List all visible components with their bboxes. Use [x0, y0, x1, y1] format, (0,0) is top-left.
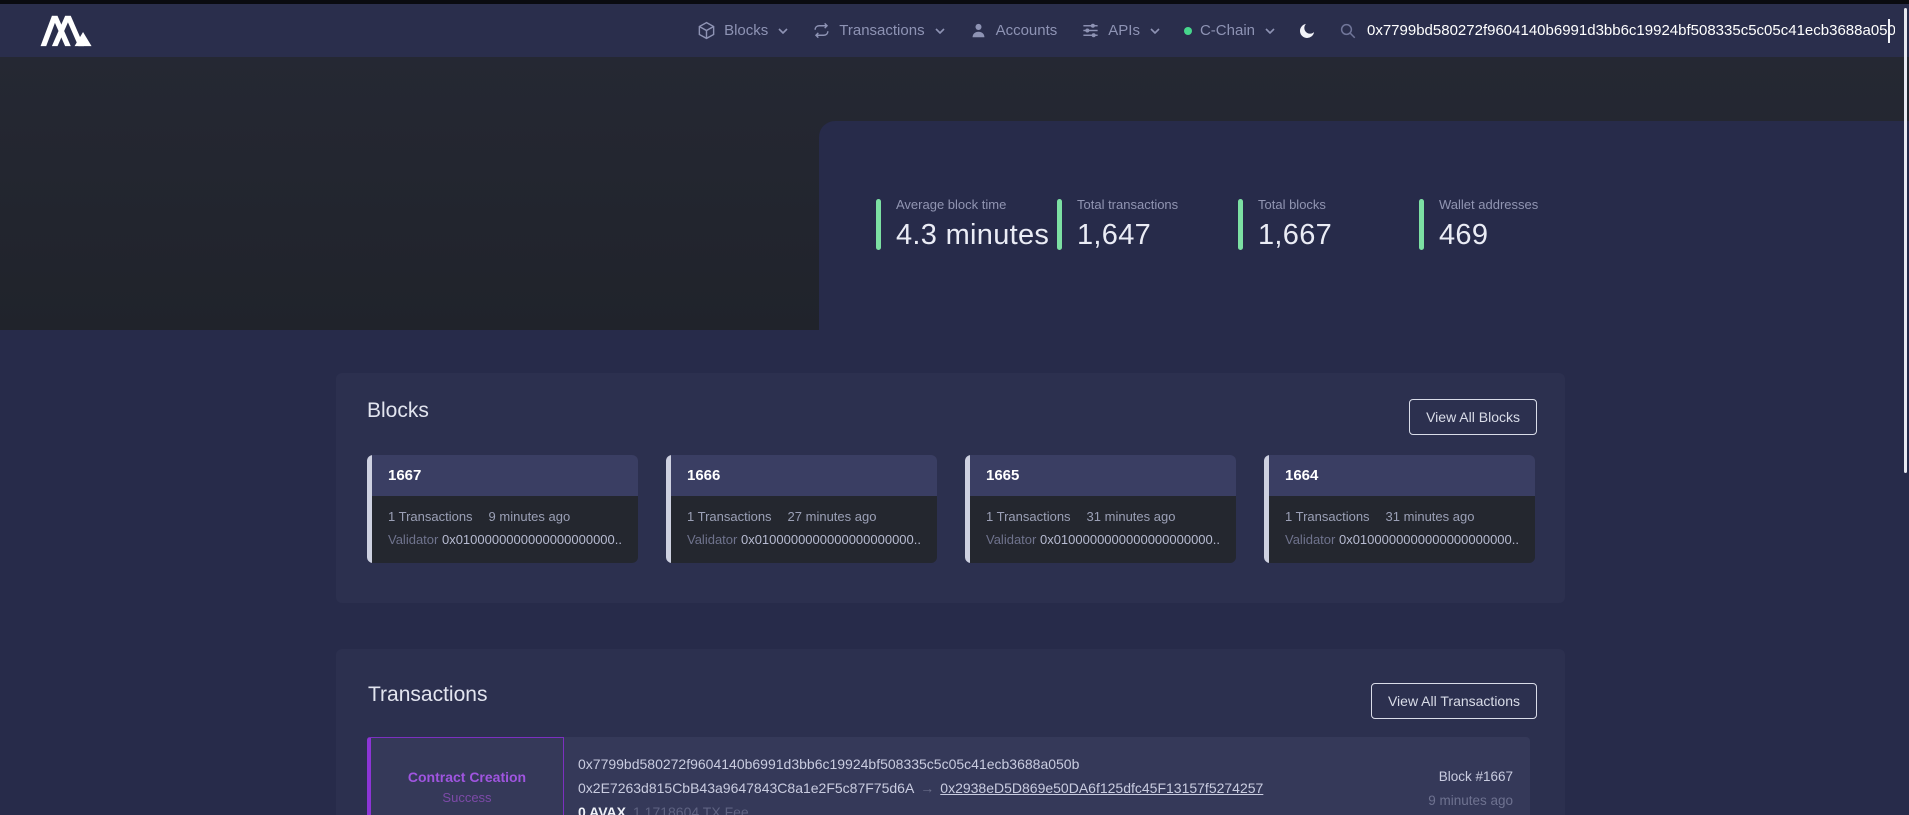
chain-status-dot — [1184, 27, 1192, 35]
block-card-1667[interactable]: 1667 1 Transactions 9 minutes ago Valida… — [367, 455, 638, 563]
cube-icon — [697, 21, 716, 40]
blocks-section: Blocks View All Blocks 1667 1 Transactio… — [336, 373, 1565, 603]
block-number: 1666 — [687, 467, 720, 484]
person-icon — [969, 21, 988, 40]
validator-address: 0x0100000000000000000000... — [1040, 532, 1220, 547]
transaction-from-address[interactable]: 0x2E7263d815CbB43a9647843C8a1e2F5c87F75d… — [578, 780, 914, 796]
transaction-fee: 1.1718604 TX Fee — [626, 804, 749, 815]
block-card-1665[interactable]: 1665 1 Transactions 31 minutes ago Valid… — [965, 455, 1236, 563]
sliders-icon — [1081, 21, 1100, 40]
block-card-1666[interactable]: 1666 1 Transactions 27 minutes ago Valid… — [666, 455, 937, 563]
nav-bar: Blocks Transactions Accounts APIs — [0, 4, 1909, 57]
ava-logo[interactable] — [37, 14, 97, 48]
stat-accent-bar — [1238, 199, 1243, 250]
theme-toggle-button[interactable] — [1297, 21, 1317, 41]
blocks-section-title: Blocks — [367, 399, 429, 423]
stat-value: 469 — [1439, 219, 1538, 252]
block-tx-count: 1 Transactions — [986, 509, 1071, 524]
block-tx-count: 1 Transactions — [388, 509, 473, 524]
stat-value: 1,667 — [1258, 219, 1332, 252]
validator-address: 0x0100000000000000000000... — [442, 532, 622, 547]
nav-item-label: C-Chain — [1200, 22, 1255, 39]
stat-label: Total transactions — [1077, 197, 1178, 212]
block-number: 1664 — [1285, 467, 1318, 484]
stat-value: 1,647 — [1077, 219, 1178, 252]
transaction-age: 9 minutes ago — [1428, 793, 1513, 808]
stat-value: 4.3 minutes — [896, 219, 1049, 252]
chevron-down-icon — [935, 28, 945, 34]
transfer-arrows-icon — [812, 21, 831, 40]
stat-accent-bar — [1419, 199, 1424, 250]
block-age: 31 minutes ago — [1087, 509, 1176, 524]
search-icon — [1339, 22, 1357, 40]
validator-label: Validator — [1285, 532, 1335, 547]
view-all-blocks-button[interactable]: View All Blocks — [1409, 399, 1537, 435]
block-age: 27 minutes ago — [788, 509, 877, 524]
transactions-section: Transactions View All Transactions Contr… — [336, 649, 1565, 815]
transactions-section-title: Transactions — [368, 683, 487, 707]
transaction-type-cell: Contract Creation Success — [367, 737, 564, 815]
block-number: 1667 — [388, 467, 421, 484]
transaction-amount: 0 AVAX — [578, 804, 626, 815]
transaction-hash[interactable]: 0x7799bd580272f9604140b6991d3bb6c19924bf… — [578, 756, 1263, 772]
validator-address: 0x0100000000000000000000... — [741, 532, 921, 547]
nav-item-label: APIs — [1108, 22, 1140, 39]
block-age: 9 minutes ago — [489, 509, 571, 524]
stat-accent-bar — [876, 199, 881, 250]
nav-item-label: Accounts — [996, 22, 1058, 39]
stat-wallet-addresses: Wallet addresses 469 — [1419, 197, 1600, 330]
nav-item-transactions[interactable]: Transactions — [812, 21, 944, 40]
search-bar — [1339, 22, 1895, 40]
nav-menu: Blocks Transactions Accounts APIs — [697, 21, 1275, 40]
stat-label: Total blocks — [1258, 197, 1332, 212]
nav-item-label: Transactions — [839, 22, 924, 39]
search-input[interactable] — [1367, 22, 1895, 39]
stat-total-blocks: Total blocks 1,667 — [1238, 197, 1419, 330]
transaction-details: 0x7799bd580272f9604140b6991d3bb6c19924bf… — [578, 756, 1263, 815]
transaction-type: Contract Creation — [371, 769, 563, 785]
block-tx-count: 1 Transactions — [1285, 509, 1370, 524]
transaction-to-address[interactable]: 0x2938eD5D869e50DA6f125dfc45F13157f52742… — [940, 780, 1263, 796]
block-number: 1665 — [986, 467, 1019, 484]
transaction-block-link[interactable]: Block #1667 — [1428, 769, 1513, 784]
validator-label: Validator — [687, 532, 737, 547]
chevron-down-icon — [1150, 28, 1160, 34]
chevron-down-icon — [778, 28, 788, 34]
stat-average-block-time: Average block time 4.3 minutes — [876, 197, 1057, 330]
validator-label: Validator — [388, 532, 438, 547]
block-age: 31 minutes ago — [1386, 509, 1475, 524]
nav-item-apis[interactable]: APIs — [1081, 21, 1160, 40]
chevron-down-icon — [1265, 28, 1275, 34]
stat-total-transactions: Total transactions 1,647 — [1057, 197, 1238, 330]
validator-label: Validator — [986, 532, 1036, 547]
transaction-block-info: Block #1667 9 minutes ago — [1428, 769, 1513, 808]
block-card-1664[interactable]: 1664 1 Transactions 31 minutes ago Valid… — [1264, 455, 1535, 563]
nav-item-label: Blocks — [724, 22, 768, 39]
view-all-transactions-button[interactable]: View All Transactions — [1371, 683, 1537, 719]
nav-item-chain-selector[interactable]: C-Chain — [1184, 22, 1275, 39]
nav-item-accounts[interactable]: Accounts — [969, 21, 1058, 40]
text-caret — [1888, 19, 1890, 43]
stat-accent-bar — [1057, 199, 1062, 250]
moon-icon — [1297, 21, 1317, 41]
block-card-list: 1667 1 Transactions 9 minutes ago Valida… — [367, 455, 1535, 563]
transaction-row[interactable]: Contract Creation Success 0x7799bd580272… — [367, 737, 1530, 815]
validator-address: 0x0100000000000000000000... — [1339, 532, 1519, 547]
nav-item-blocks[interactable]: Blocks — [697, 21, 788, 40]
stat-label: Wallet addresses — [1439, 197, 1538, 212]
network-stats-panel: Average block time 4.3 minutes Total tra… — [819, 121, 1909, 330]
arrow-right-icon: → — [914, 780, 940, 796]
stat-label: Average block time — [896, 197, 1049, 212]
transaction-status: Success — [371, 790, 563, 805]
block-tx-count: 1 Transactions — [687, 509, 772, 524]
scrollbar-thumb[interactable] — [1904, 8, 1907, 473]
